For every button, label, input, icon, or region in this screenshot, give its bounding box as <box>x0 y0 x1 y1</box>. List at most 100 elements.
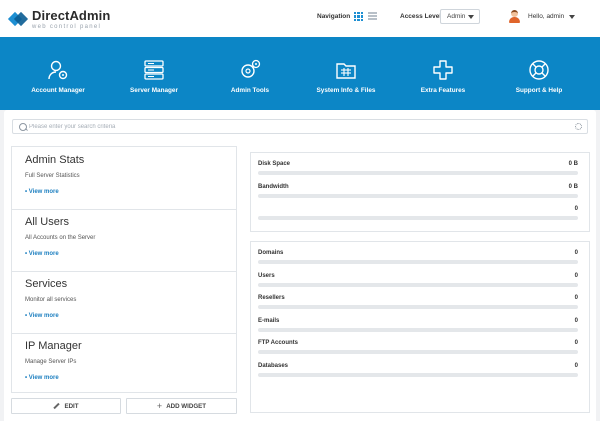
search-input[interactable] <box>29 121 569 132</box>
top-header: DirectAdmin web control panel Navigation… <box>0 0 600 38</box>
menu-label: Support & Help <box>515 87 563 94</box>
stat-row: Users 0 <box>258 273 578 289</box>
list-view-icon[interactable] <box>368 12 377 21</box>
menu-extra-features[interactable]: Extra Features <box>398 59 488 94</box>
stat-row: Resellers 0 <box>258 295 578 311</box>
stat-row: Domains 0 <box>258 250 578 266</box>
folder-icon <box>336 63 356 79</box>
edit-label: EDIT <box>64 402 79 410</box>
add-widget-button[interactable]: + ADD WIDGET <box>126 398 237 414</box>
menu-label: Admin Tools <box>230 87 270 94</box>
username: admin <box>546 13 565 20</box>
stat-value: 0 <box>574 250 578 256</box>
usage-stats-box: Disk Space 0 B Bandwidth 0 B 0 <box>250 152 590 232</box>
pencil-icon <box>53 402 61 410</box>
stat-row: E-mails 0 <box>258 318 578 334</box>
brand-name: DirectAdmin <box>32 7 111 23</box>
stat-row: Disk Space 0 B <box>258 161 578 177</box>
stat-value: 0 <box>574 340 578 346</box>
stat-label: Databases <box>258 362 289 369</box>
widget-title: Services <box>25 278 68 290</box>
plus-icon: + <box>156 400 163 411</box>
stat-value: 0 B <box>568 183 578 190</box>
widget-subtitle: Monitor all services <box>25 297 77 303</box>
stat-value: 0 B <box>568 161 578 167</box>
access-level-label: Access Level <box>400 13 442 20</box>
admin-tools-icon <box>241 59 261 78</box>
view-more-link[interactable]: • View more <box>25 313 59 319</box>
account-manager-icon <box>48 60 68 80</box>
stat-label: Bandwidth <box>258 183 289 190</box>
chevron-down-icon <box>468 15 474 19</box>
access-level-value: Admin <box>447 13 466 20</box>
user-greeting[interactable]: Hello, admin <box>528 13 564 20</box>
stat-row: 0 <box>258 206 578 222</box>
widget-subtitle: Full Server Statistics <box>25 173 80 179</box>
avatar[interactable] <box>509 10 520 23</box>
widget-subtitle: All Accounts on the Server <box>25 235 96 241</box>
access-level-select[interactable]: Admin <box>440 9 480 24</box>
progress-bar <box>258 282 578 287</box>
progress-bar <box>258 260 578 264</box>
widget-admin-stats[interactable]: Admin Stats Full Server Statistics • Vie… <box>12 147 236 210</box>
menu-system-info-files[interactable]: System Info & Files <box>301 59 391 94</box>
progress-bar <box>258 216 578 220</box>
stat-row: FTP Accounts 0 <box>258 340 578 356</box>
view-more-link[interactable]: • View more <box>25 189 59 195</box>
menu-label: Extra Features <box>420 87 466 94</box>
stat-row: Bandwidth 0 B <box>258 184 578 200</box>
directadmin-logo[interactable]: DirectAdmin web control panel <box>7 6 111 32</box>
widget-title: All Users <box>25 216 70 228</box>
widget-title: Admin Stats <box>25 154 85 166</box>
search-icon <box>19 123 27 131</box>
stat-label: Resellers <box>258 295 285 301</box>
stat-label: Disk Space <box>258 161 291 167</box>
widget-title: IP Manager <box>25 340 82 352</box>
stat-value: 0 <box>574 206 578 212</box>
gear-icon[interactable] <box>575 123 582 130</box>
main-menu: Account Manager Server Manager Admin Too… <box>0 37 600 110</box>
widget-subtitle: Manage Server IPs <box>25 359 77 365</box>
plus-icon <box>433 60 453 80</box>
menu-support-help[interactable]: Support & Help <box>494 59 584 94</box>
menu-label: Server Manager <box>130 87 178 94</box>
greeting-text: Hello, <box>528 13 545 20</box>
dashboard-panel: Admin Stats Full Server Statistics • Vie… <box>4 110 596 421</box>
stat-label: Users <box>258 272 275 279</box>
brand-tagline: web control panel <box>32 23 102 30</box>
menu-label: Account Manager <box>31 87 85 94</box>
view-more-link[interactable]: • View more <box>25 251 59 257</box>
progress-bar <box>258 171 578 175</box>
widget-ip-manager[interactable]: IP Manager Manage Server IPs • View more <box>12 333 236 395</box>
stat-value: 0 <box>574 362 578 369</box>
view-more-link[interactable]: • View more <box>25 375 59 381</box>
widgets-column: Admin Stats Full Server Statistics • Vie… <box>11 146 237 393</box>
grid-view-icon[interactable] <box>354 12 363 21</box>
progress-bar <box>258 305 578 309</box>
widget-services[interactable]: Services Monitor all services • View mor… <box>12 271 236 334</box>
stat-value: 0 <box>574 272 578 279</box>
widget-all-users[interactable]: All Users All Accounts on the Server • V… <box>12 209 236 272</box>
stat-value: 0 <box>574 317 578 324</box>
menu-server-manager[interactable]: Server Manager <box>109 59 199 94</box>
stat-value: 0 <box>574 295 578 301</box>
user-menu-chevron-icon[interactable] <box>569 15 575 19</box>
progress-bar <box>258 327 578 332</box>
progress-bar <box>258 193 578 198</box>
search-bar[interactable] <box>12 119 588 134</box>
stat-label: Domains <box>258 250 284 256</box>
add-widget-label: ADD WIDGET <box>166 402 207 410</box>
progress-bar <box>258 372 578 377</box>
menu-account-manager[interactable]: Account Manager <box>13 59 103 94</box>
navigation-label: Navigation <box>317 13 351 20</box>
stat-label: FTP Accounts <box>258 340 299 346</box>
stat-label: E-mails <box>258 317 280 324</box>
server-icon <box>144 60 164 80</box>
menu-admin-tools[interactable]: Admin Tools <box>205 59 295 94</box>
account-counts-box: Domains 0 Users 0 Resellers 0 E-mails 0 FTP Acco… <box>250 241 590 413</box>
menu-label: System Info & Files <box>316 87 376 94</box>
progress-bar <box>258 350 578 354</box>
logo-icon <box>7 11 29 28</box>
edit-button[interactable]: EDIT <box>11 398 121 414</box>
stat-row: Databases 0 <box>258 363 578 379</box>
